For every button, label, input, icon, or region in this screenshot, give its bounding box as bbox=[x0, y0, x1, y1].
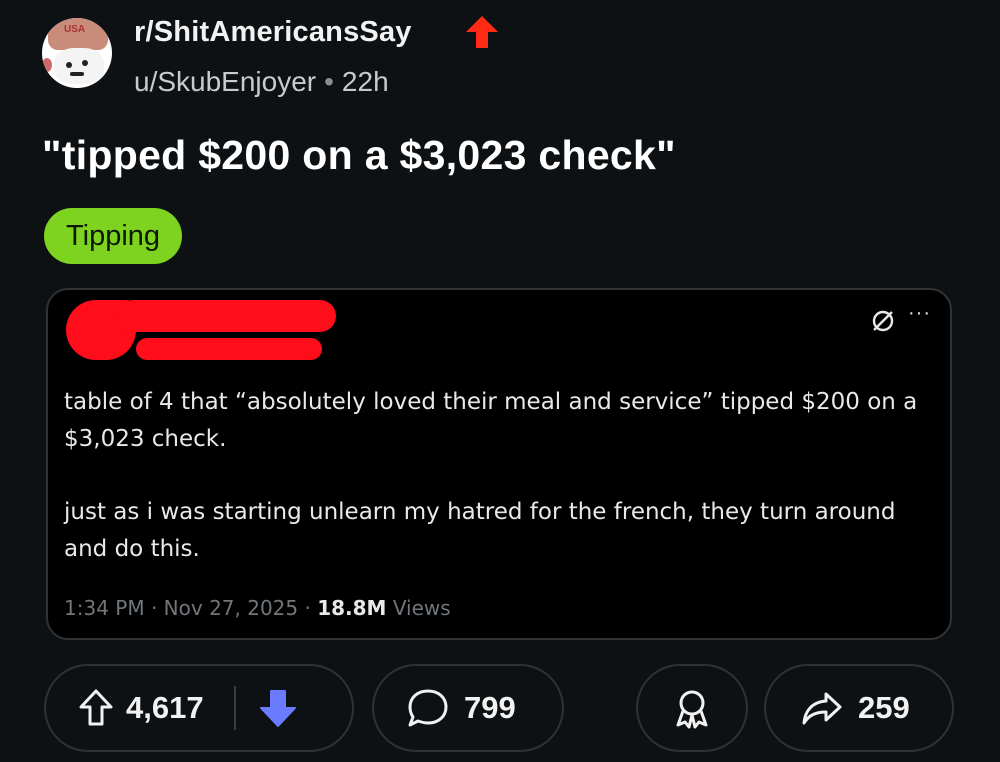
downvote-arrow-icon[interactable] bbox=[258, 687, 298, 729]
avatar-face bbox=[54, 48, 104, 84]
tweet-date: Nov 27, 2025 bbox=[163, 596, 299, 620]
post-action-bar: 4,617 799 259 bbox=[0, 664, 1000, 754]
redacted-name bbox=[118, 300, 336, 332]
award-icon bbox=[672, 687, 712, 729]
tweet-meta-dot-2: · bbox=[304, 596, 311, 620]
tweet-meta: 1:34 PM · Nov 27, 2025 · 18.8M Views bbox=[64, 596, 451, 620]
share-arrow-icon bbox=[800, 688, 844, 728]
tweet-views-count: 18.8M bbox=[317, 596, 387, 620]
subreddit-name[interactable]: r/ShitAmericansSay bbox=[134, 16, 412, 49]
post-meta: u/SkubEnjoyer • 22h bbox=[134, 66, 389, 98]
post-age: 22h bbox=[341, 66, 389, 97]
subreddit-avatar[interactable]: USA bbox=[42, 18, 112, 88]
embedded-tweet[interactable]: ··· table of 4 that “absolutely loved th… bbox=[46, 288, 952, 640]
share-count: 259 bbox=[858, 690, 910, 725]
tweet-paragraph-1: table of 4 that “absolutely loved their … bbox=[64, 389, 918, 452]
comment-count: 799 bbox=[464, 690, 516, 725]
avatar-eye-left bbox=[66, 62, 72, 68]
tweet-time: 1:34 PM bbox=[64, 596, 145, 620]
post-header: USA r/ShitAmericansSay u/SkubEnjoyer • 22h bbox=[42, 14, 982, 97]
vote-control: 4,617 bbox=[44, 664, 354, 752]
share-button[interactable]: 259 bbox=[764, 664, 954, 752]
award-button[interactable] bbox=[636, 664, 748, 752]
post-title[interactable]: "tipped $200 on a $3,023 check" bbox=[42, 132, 676, 179]
avatar-mouth bbox=[70, 72, 84, 76]
meta-separator: • bbox=[324, 66, 334, 97]
avatar-eye-right bbox=[82, 60, 88, 66]
vote-divider bbox=[233, 686, 236, 730]
tweet-paragraph-2: just as i was starting unlearn my hatred… bbox=[64, 499, 896, 562]
more-options-icon[interactable]: ··· bbox=[908, 302, 931, 325]
tweet-views-label: Views bbox=[392, 596, 451, 620]
tweet-meta-dot: · bbox=[150, 596, 158, 620]
upvote-count: 4,617 bbox=[126, 690, 204, 725]
post-flair[interactable]: Tipping bbox=[44, 208, 183, 264]
avatar-hat-label: USA bbox=[64, 24, 86, 35]
avatar-blush bbox=[42, 58, 52, 72]
upvote-arrow-icon[interactable] bbox=[78, 688, 114, 728]
tweet-text: table of 4 that “absolutely loved their … bbox=[64, 384, 934, 568]
grok-icon[interactable] bbox=[870, 308, 896, 334]
comment-button[interactable]: 799 bbox=[372, 664, 564, 752]
redacted-handle bbox=[136, 338, 322, 360]
comment-bubble-icon bbox=[406, 687, 450, 729]
red-up-arrow-icon bbox=[462, 14, 502, 50]
author-link[interactable]: u/SkubEnjoyer bbox=[134, 66, 316, 97]
